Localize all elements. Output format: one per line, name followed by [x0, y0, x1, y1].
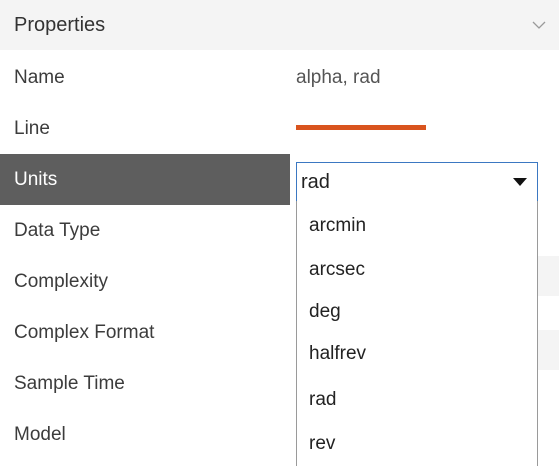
option-label: deg: [309, 301, 341, 322]
property-value-name[interactable]: alpha, rad: [296, 67, 381, 89]
option-label: rad: [309, 389, 337, 410]
properties-panel: Properties Name alpha, rad Line Units Da…: [0, 0, 559, 466]
property-label-model: Model: [14, 423, 66, 445]
property-label-units: Units: [14, 168, 58, 190]
option-label: halfrev: [309, 343, 367, 364]
caret-down-icon[interactable]: [513, 178, 527, 186]
property-label-complex-format: Complex Format: [14, 321, 155, 343]
line-color-swatch[interactable]: [296, 125, 426, 130]
property-row-name[interactable]: Name alpha, rad: [0, 52, 559, 103]
units-option-halfrev[interactable]: halfrev: [297, 334, 537, 374]
property-label-name: Name: [14, 66, 65, 88]
row-background-strip: [538, 256, 559, 296]
property-label-line: Line: [14, 117, 50, 139]
option-label: arcmin: [309, 215, 367, 236]
row-background-strip: [538, 330, 559, 370]
units-option-arcmin[interactable]: arcmin: [297, 206, 537, 246]
property-row-line[interactable]: Line: [0, 103, 559, 154]
units-option-rev[interactable]: rev: [297, 424, 537, 464]
units-option-rad[interactable]: rad: [297, 380, 537, 420]
option-label: rev: [309, 433, 336, 454]
units-select-value: rad: [301, 170, 330, 193]
units-option-arcsec[interactable]: arcsec: [297, 250, 537, 290]
property-label-complexity: Complexity: [14, 270, 108, 292]
panel-title: Properties: [14, 13, 106, 36]
option-label: arcsec: [309, 259, 365, 280]
property-label-data-type: Data Type: [14, 219, 101, 241]
chevron-down-icon[interactable]: [529, 15, 549, 35]
units-dropdown-list: arcmin arcsec deg halfrev rad rev: [296, 201, 538, 466]
units-option-deg[interactable]: deg: [297, 292, 537, 332]
units-select[interactable]: rad: [296, 162, 538, 202]
property-label-sample-time: Sample Time: [14, 372, 125, 394]
properties-header[interactable]: Properties: [0, 0, 559, 50]
